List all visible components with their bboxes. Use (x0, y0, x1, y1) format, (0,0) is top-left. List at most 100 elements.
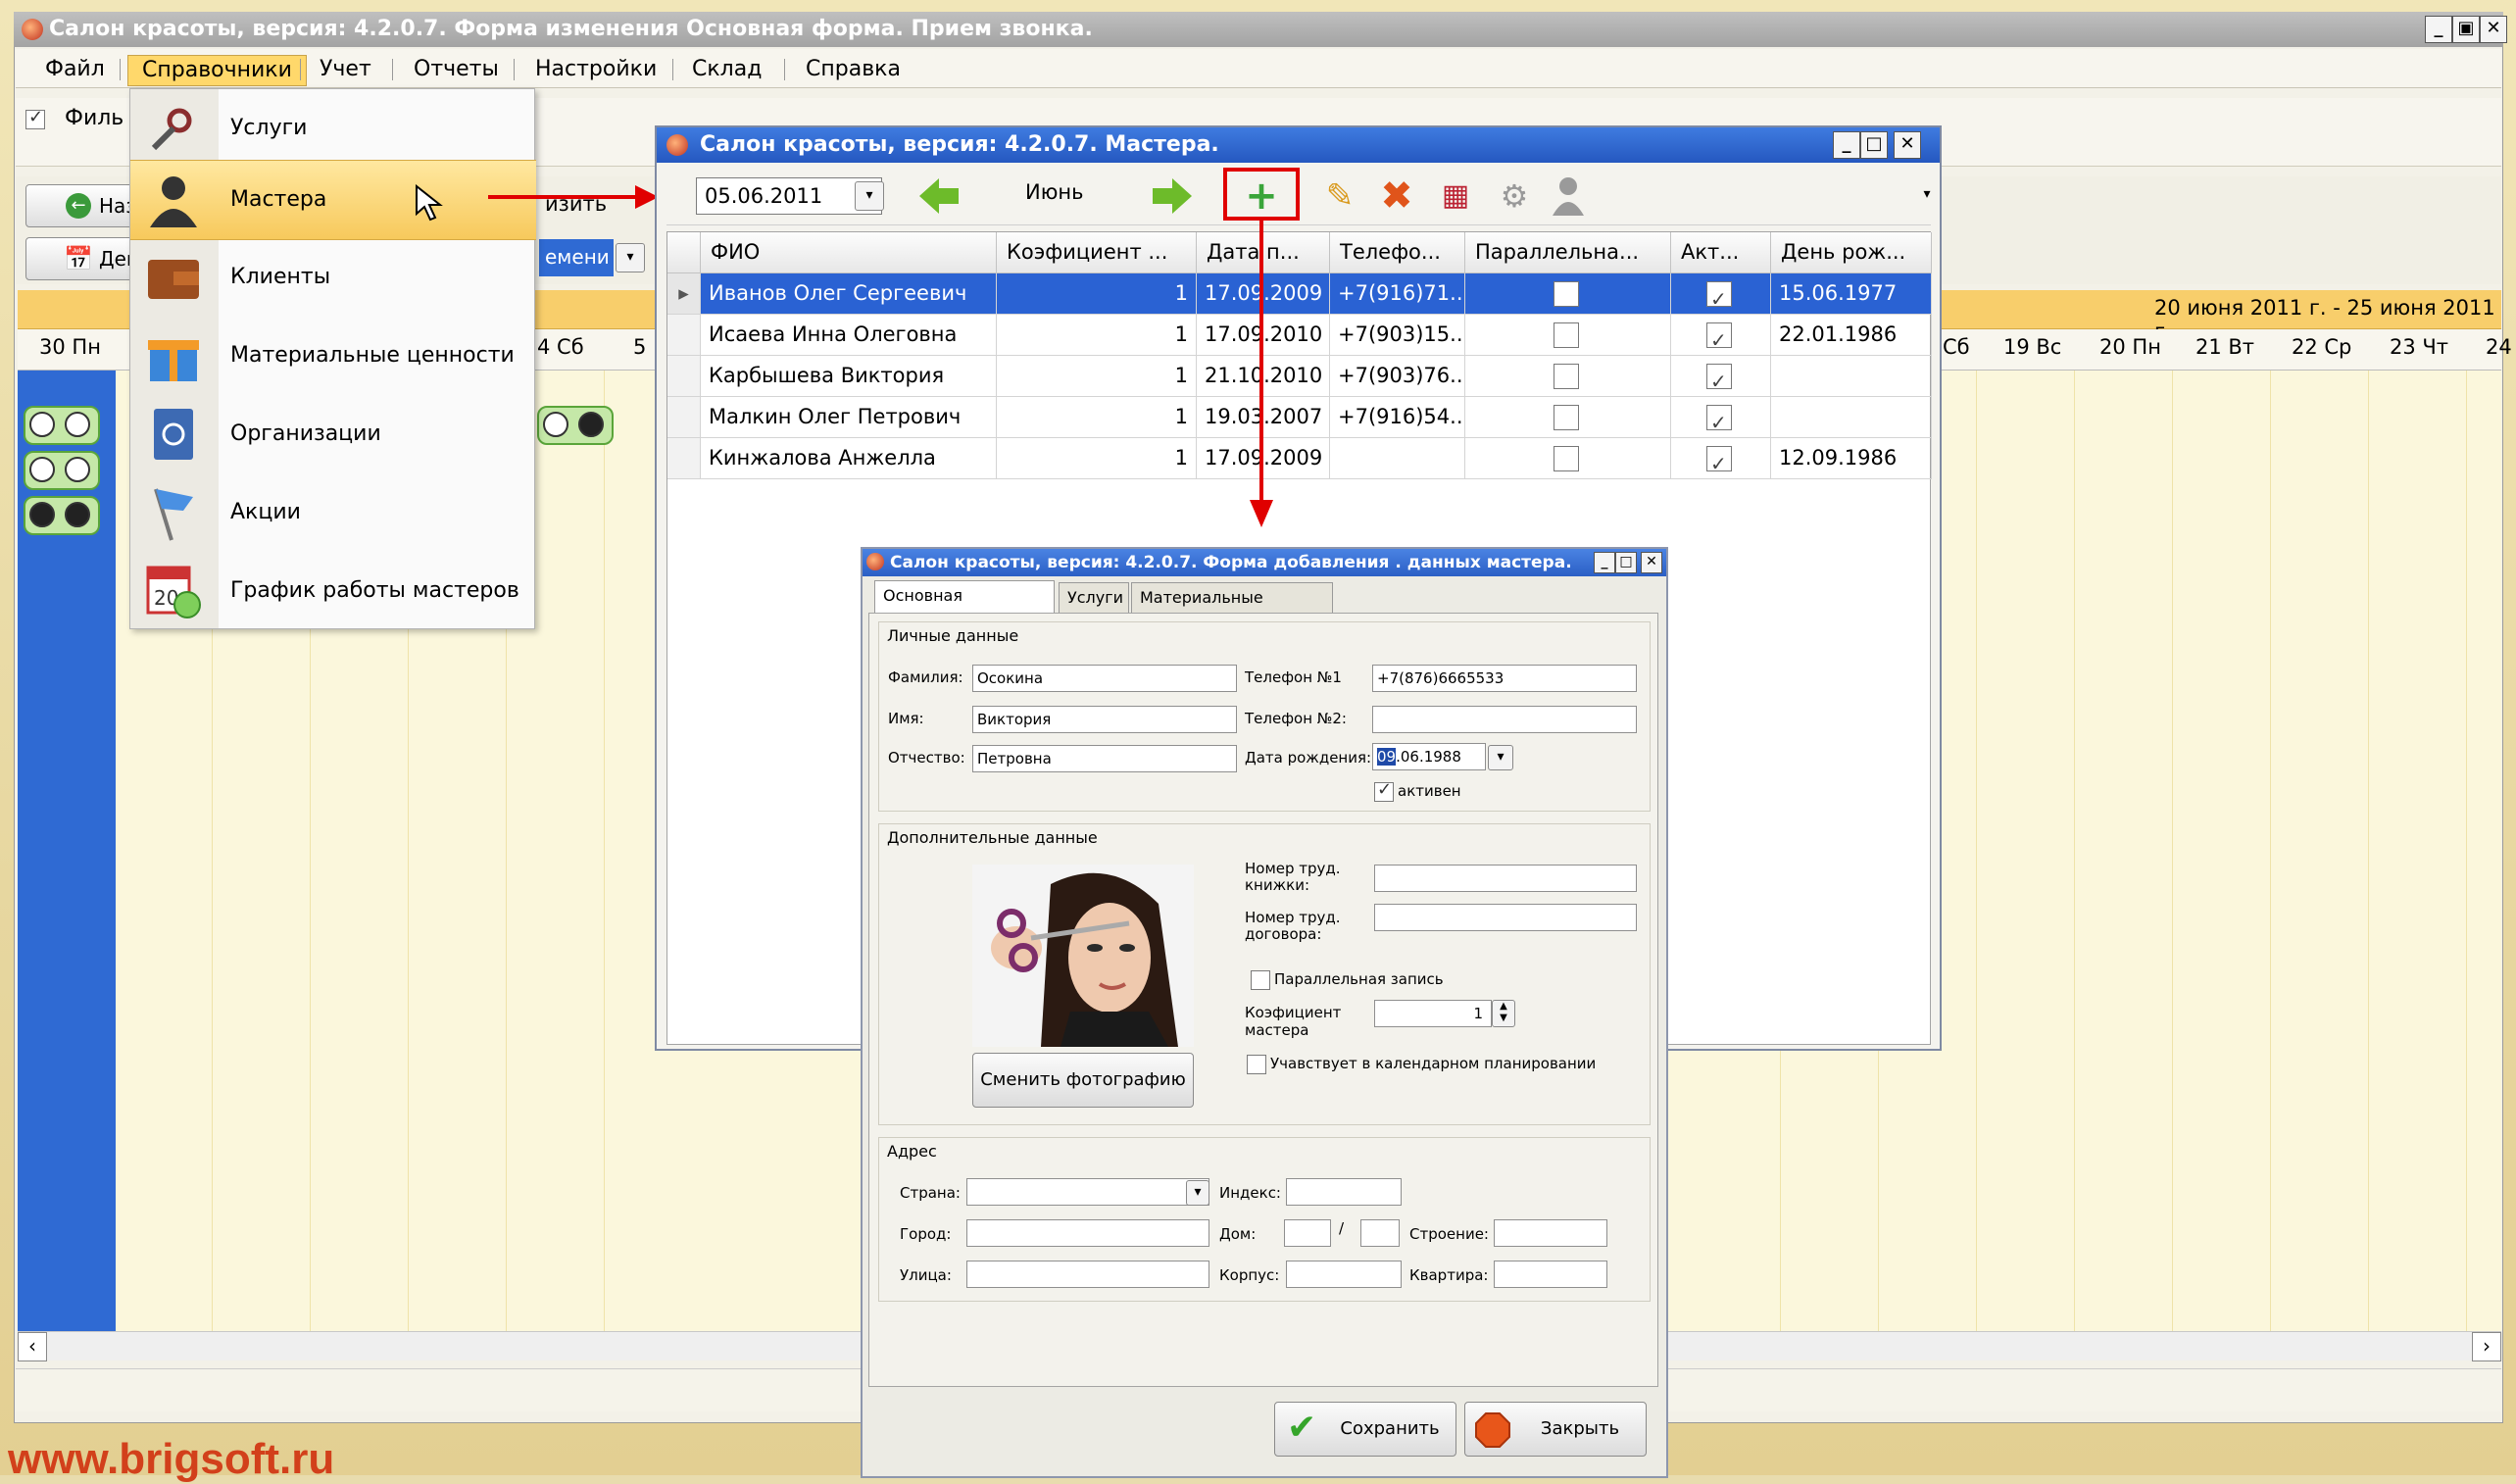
menu-settings[interactable]: Настройки (521, 55, 670, 84)
parallel-record-checkbox[interactable] (1251, 970, 1270, 990)
schedule-icon[interactable]: ▦ (1431, 172, 1480, 221)
column-header-phone[interactable]: Телефо... (1330, 232, 1465, 273)
delete-icon[interactable]: ✖ (1372, 172, 1421, 221)
column-header-coefficient[interactable]: Коэфициент ... (997, 232, 1197, 273)
filter-checkbox[interactable] (25, 107, 45, 129)
column-header-active[interactable]: Акт... (1671, 232, 1771, 273)
parallel-checkbox[interactable] (1554, 364, 1579, 389)
parallel-checkbox[interactable] (1554, 405, 1579, 430)
active-checkbox[interactable] (1706, 403, 1732, 437)
tab-main-info[interactable]: Основная информация (874, 580, 1055, 634)
dropdown-item-services[interactable]: Услуги (130, 89, 536, 168)
tab-material-values[interactable]: Материальные ценности (1131, 582, 1333, 636)
grid-line (2368, 371, 2369, 1331)
time-dropdown-arrow[interactable]: ▾ (616, 243, 645, 272)
phone2-field[interactable] (1372, 706, 1637, 733)
building-field[interactable] (1494, 1219, 1607, 1247)
parallel-checkbox[interactable] (1554, 281, 1579, 307)
prev-month-icon[interactable] (917, 176, 961, 216)
city-field[interactable] (966, 1219, 1209, 1247)
parallel-checkbox[interactable] (1554, 322, 1579, 348)
country-dropdown-icon[interactable]: ▾ (1186, 1180, 1209, 1206)
close-button[interactable]: ✕ (2480, 16, 2507, 43)
close-button[interactable]: ✕ (1641, 552, 1662, 573)
column-header-name[interactable]: ФИО (701, 232, 997, 273)
save-button[interactable]: ✔ Сохранить (1274, 1402, 1456, 1457)
maximize-button[interactable]: □ (1615, 552, 1637, 573)
active-checkbox[interactable] (1374, 779, 1394, 802)
person-grey-icon[interactable] (1549, 174, 1588, 218)
house-fraction-field[interactable] (1360, 1219, 1400, 1247)
menu-reports[interactable]: Отчеты (400, 55, 513, 84)
table-row[interactable]: Карбышева Виктория 1 21.10.2010 +7(903)7… (667, 356, 1932, 397)
settings-gear-icon[interactable]: ⚙ (1490, 172, 1539, 221)
birth-date-field[interactable]: 09.06.1988 (1372, 743, 1486, 770)
active-checkbox[interactable] (1706, 444, 1732, 478)
street-field[interactable] (966, 1261, 1209, 1288)
active-checkbox[interactable] (1706, 321, 1732, 355)
dropdown-item-clients[interactable]: Клиенты (130, 238, 536, 317)
appointment-clock-icon[interactable] (24, 451, 100, 490)
toolbar-overflow-icon[interactable]: ▾ (1917, 181, 1937, 215)
contract-field[interactable] (1374, 904, 1637, 931)
close-button[interactable]: ✕ (1894, 131, 1921, 159)
date-dropdown-icon[interactable]: ▾ (855, 181, 884, 211)
appointment-clock-icon[interactable] (24, 496, 100, 535)
korpus-field[interactable] (1286, 1261, 1402, 1288)
work-book-field[interactable] (1374, 865, 1637, 892)
dropdown-item-masters[interactable]: Мастера (130, 160, 536, 240)
coefficient-field[interactable]: 1 (1374, 1000, 1492, 1027)
dropdown-item-organizations[interactable]: Организации (130, 395, 536, 473)
table-row[interactable]: Кинжалова Анжелла 1 17.09.2009 12.09.198… (667, 438, 1932, 479)
coefficient-spinner-icon[interactable]: ▲ ▼ (1492, 1000, 1515, 1027)
table-row[interactable]: Малкин Олег Петрович 1 19.03.2007 +7(916… (667, 397, 1932, 438)
minimize-button[interactable]: _ (2425, 16, 2452, 43)
table-row[interactable]: ▸ Иванов Олег Сергеевич 1 17.09.2009 +7(… (667, 273, 1932, 315)
minimize-button[interactable]: _ (1594, 552, 1615, 573)
scroll-left-icon[interactable]: ‹ (18, 1332, 47, 1361)
change-photo-button[interactable]: Сменить фотографию (972, 1053, 1194, 1108)
dropdown-item-work-schedule[interactable]: 20 График работы мастеров (130, 552, 536, 630)
dropdown-item-material-values[interactable]: Материальные ценности (130, 317, 536, 395)
name-field[interactable]: Виктория (972, 706, 1237, 733)
menu-accounting[interactable]: Учет (306, 55, 385, 84)
tab-services[interactable]: Услуги (1059, 582, 1129, 614)
active-checkbox[interactable] (1706, 279, 1732, 314)
grid-line (1976, 371, 1977, 1331)
column-header-birthday[interactable]: День рож... (1771, 232, 1932, 273)
active-checkbox[interactable] (1706, 362, 1732, 396)
phone1-field[interactable]: +7(876)6665533 (1372, 665, 1637, 692)
minimize-button[interactable]: _ (1833, 131, 1860, 159)
menu-help[interactable]: Справка (792, 55, 914, 84)
next-month-icon[interactable] (1151, 176, 1194, 216)
scroll-right-icon[interactable]: › (2472, 1332, 2501, 1361)
edit-pencil-icon[interactable]: ✎ (1315, 172, 1364, 221)
column-header-date[interactable]: Дата п... (1197, 232, 1330, 273)
calendar-planning-checkbox[interactable] (1247, 1055, 1266, 1074)
day-label: 20 Пн (2099, 335, 2161, 359)
house-field[interactable] (1284, 1219, 1331, 1247)
country-select[interactable] (966, 1178, 1209, 1206)
menu-references[interactable]: Справочники (127, 55, 307, 86)
surname-field[interactable]: Осокина (972, 665, 1237, 692)
menu-warehouse[interactable]: Склад (678, 55, 775, 84)
cell-coefficient: 1 (997, 356, 1197, 397)
grid-line (2172, 371, 2173, 1331)
appointment-clock-icon[interactable] (24, 406, 100, 445)
appointment-clock-icon[interactable] (537, 406, 614, 445)
flat-field[interactable] (1494, 1261, 1607, 1288)
menu-file[interactable]: Файл (31, 55, 119, 84)
parallel-checkbox[interactable] (1554, 446, 1579, 471)
table-row[interactable]: Исаева Инна Олеговна 1 17.09.2010 +7(903… (667, 315, 1932, 356)
maximize-button[interactable]: □ (1860, 131, 1888, 159)
patronymic-field[interactable]: Петровна (972, 745, 1237, 772)
birth-date-dropdown-icon[interactable]: ▾ (1488, 745, 1513, 770)
index-field[interactable] (1286, 1178, 1402, 1206)
patronymic-label: Отчество: (888, 749, 965, 767)
cell-coefficient: 1 (997, 438, 1197, 479)
column-header-parallel[interactable]: Параллельна... (1465, 232, 1671, 273)
restore-button[interactable]: ▣ (2452, 16, 2480, 43)
dropdown-item-promotions[interactable]: Акции (130, 473, 536, 552)
close-form-button[interactable]: Закрыть (1464, 1402, 1647, 1457)
cell-phone: +7(903)76... (1330, 356, 1465, 397)
